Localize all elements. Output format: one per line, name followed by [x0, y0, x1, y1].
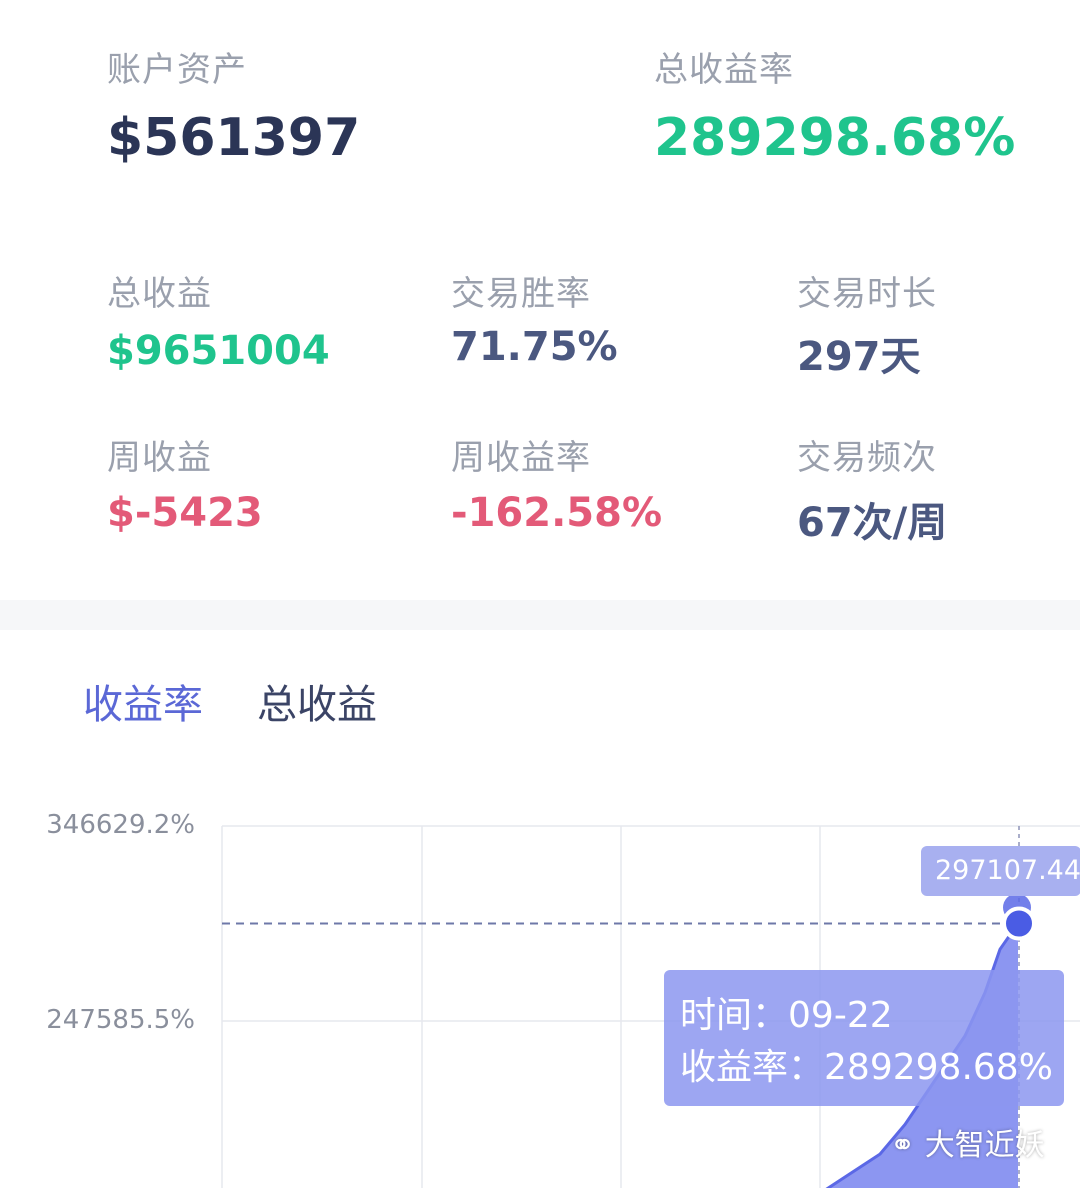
watermark-text: 大智近妖: [924, 1128, 1045, 1163]
tooltip-rate-row: 收益率：289298.68%: [680, 1042, 1064, 1094]
crosshair-value-label: 297107.44: [921, 846, 1080, 896]
wechat-icon: ⚭: [890, 1128, 916, 1163]
tooltip-time-label: 时间：: [680, 995, 789, 1036]
watermark: ⚭ 大智近妖: [890, 1120, 1045, 1164]
chart-tooltip: 时间：09-22 收益率：289298.68%: [664, 970, 1064, 1106]
tooltip-time-value: 09-22: [788, 995, 893, 1036]
tooltip-rate-value: 289298.68%: [824, 1047, 1053, 1088]
tooltip-rate-label: 收益率：: [680, 1047, 825, 1088]
tooltip-time-row: 时间：09-22: [680, 990, 1064, 1042]
highlight-point: [1002, 906, 1036, 941]
